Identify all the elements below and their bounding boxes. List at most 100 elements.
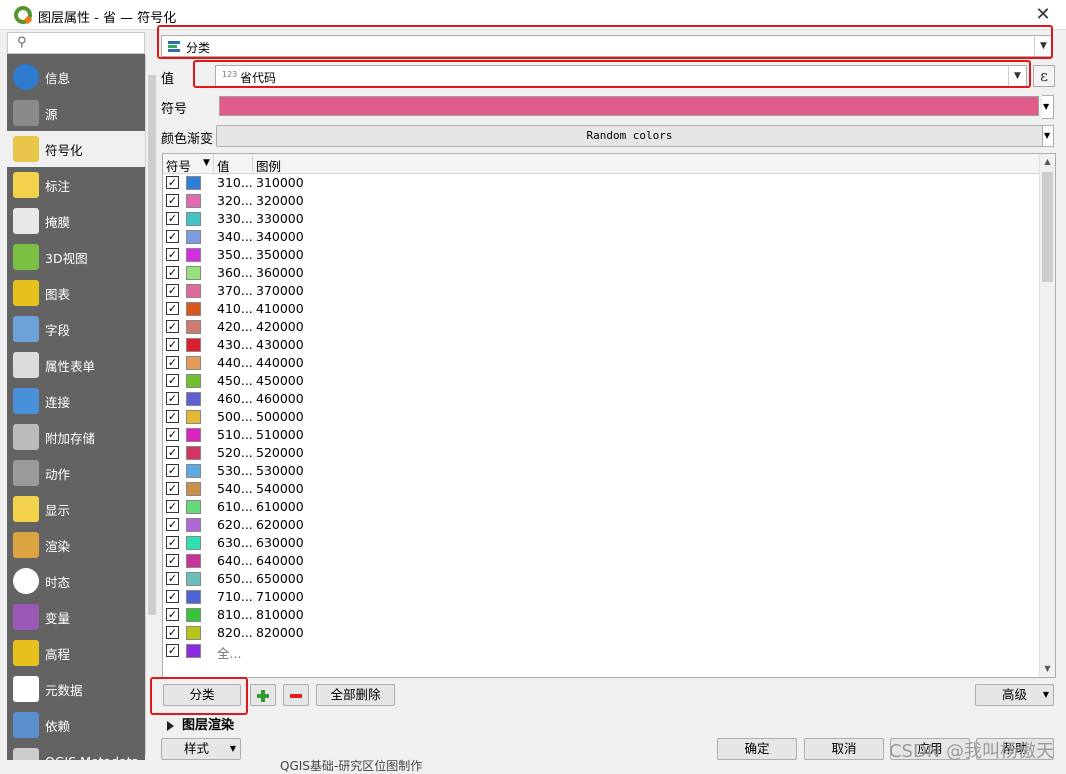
row-checkbox[interactable]: ✓ [166, 482, 179, 495]
symbol-swatch[interactable] [186, 464, 201, 478]
legend-cell[interactable]: 430000 [256, 337, 304, 352]
symbol-swatch[interactable] [186, 284, 201, 298]
value-cell[interactable]: 810... [217, 607, 253, 622]
value-cell[interactable]: 530... [217, 463, 253, 478]
row-checkbox[interactable]: ✓ [166, 374, 179, 387]
row-checkbox[interactable]: ✓ [166, 302, 179, 315]
value-cell[interactable]: 360... [217, 265, 253, 280]
sidebar-item-dependencies[interactable]: 依赖 [7, 707, 145, 743]
value-cell[interactable]: 610... [217, 499, 253, 514]
symbol-swatch[interactable] [186, 266, 201, 280]
table-row[interactable]: ✓ 500... 500000 [163, 408, 1041, 426]
value-cell[interactable]: 500... [217, 409, 253, 424]
row-checkbox[interactable]: ✓ [166, 428, 179, 441]
style-menu-button[interactable]: 样式 ▼ [161, 738, 241, 760]
sidebar-item-auxiliary-storage[interactable]: 附加存储 [7, 419, 145, 455]
value-cell[interactable]: 320... [217, 193, 253, 208]
value-cell[interactable]: 330... [217, 211, 253, 226]
value-cell[interactable]: 630... [217, 535, 253, 550]
table-row[interactable]: ✓ 650... 650000 [163, 570, 1041, 588]
table-row[interactable]: ✓ 710... 710000 [163, 588, 1041, 606]
table-row[interactable]: ✓ 370... 370000 [163, 282, 1041, 300]
symbol-swatch[interactable] [186, 248, 201, 262]
symbol-swatch[interactable] [186, 500, 201, 514]
legend-cell[interactable]: 640000 [256, 553, 304, 568]
sidebar-item-symbology-brush[interactable]: 符号化 [7, 131, 145, 167]
legend-cell[interactable]: 530000 [256, 463, 304, 478]
symbol-swatch[interactable] [186, 212, 201, 226]
row-checkbox[interactable]: ✓ [166, 284, 179, 297]
value-cell[interactable]: 370... [217, 283, 253, 298]
table-row[interactable]: ✓ 820... 820000 [163, 624, 1041, 642]
row-checkbox[interactable]: ✓ [166, 590, 179, 603]
value-cell[interactable]: 710... [217, 589, 253, 604]
legend-cell[interactable]: 510000 [256, 427, 304, 442]
sidebar-item-elevation[interactable]: 高程 [7, 635, 145, 671]
symbol-swatch[interactable] [186, 518, 201, 532]
table-row[interactable]: ✓ 450... 450000 [163, 372, 1041, 390]
table-row[interactable]: ✓ 320... 320000 [163, 192, 1041, 210]
row-checkbox[interactable]: ✓ [166, 536, 179, 549]
sidebar-search-input[interactable]: ⚲ [7, 32, 145, 54]
value-cell[interactable]: 410... [217, 301, 253, 316]
sidebar-item-3d-cube[interactable]: 3D视图 [7, 239, 145, 275]
legend-cell[interactable]: 340000 [256, 229, 304, 244]
value-cell[interactable]: 450... [217, 373, 253, 388]
row-checkbox[interactable]: ✓ [166, 230, 179, 243]
row-checkbox[interactable]: ✓ [166, 194, 179, 207]
table-row[interactable]: ✓ 340... 340000 [163, 228, 1041, 246]
table-row[interactable]: ✓ 510... 510000 [163, 426, 1041, 444]
symbol-swatch[interactable] [186, 608, 201, 622]
table-row[interactable]: ✓ 420... 420000 [163, 318, 1041, 336]
row-checkbox[interactable]: ✓ [166, 176, 179, 189]
value-cell[interactable]: 310... [217, 175, 253, 190]
row-checkbox[interactable]: ✓ [166, 572, 179, 585]
legend-cell[interactable]: 410000 [256, 301, 304, 316]
sidebar-item-diagram[interactable]: 图表 [7, 275, 145, 311]
value-cell[interactable]: 650... [217, 571, 253, 586]
row-checkbox[interactable]: ✓ [166, 212, 179, 225]
table-row[interactable]: ✓ 520... 520000 [163, 444, 1041, 462]
remove-class-button[interactable] [283, 684, 309, 706]
legend-cell[interactable]: 360000 [256, 265, 304, 280]
legend-cell[interactable]: 810000 [256, 607, 304, 622]
legend-cell[interactable]: 370000 [256, 283, 304, 298]
table-row[interactable]: ✓ 440... 440000 [163, 354, 1041, 372]
advanced-button[interactable]: 高级 ▼ [975, 684, 1054, 706]
table-row[interactable]: ✓ 640... 640000 [163, 552, 1041, 570]
symbol-swatch[interactable] [186, 536, 201, 550]
sidebar-item-qgis-metadata[interactable]: QGIS Metadata [7, 743, 145, 760]
symbol-swatch[interactable] [186, 230, 201, 244]
row-checkbox[interactable]: ✓ [166, 518, 179, 531]
value-cell[interactable]: 350... [217, 247, 253, 262]
symbol-swatch[interactable] [186, 374, 201, 388]
sidebar-item-info[interactable]: 信息 [7, 59, 145, 95]
symbol-swatch[interactable] [186, 410, 201, 424]
sidebar-item-actions-gear[interactable]: 动作 [7, 455, 145, 491]
value-cell[interactable]: 430... [217, 337, 253, 352]
cancel-button[interactable]: 取消 [804, 738, 884, 760]
row-checkbox[interactable]: ✓ [166, 464, 179, 477]
expression-epsilon-icon[interactable]: ε [1033, 65, 1055, 87]
header-symbol[interactable]: 符号 [166, 156, 191, 175]
layer-rendering-section[interactable]: 图层渲染 [167, 714, 234, 733]
row-checkbox[interactable]: ✓ [166, 356, 179, 369]
table-row[interactable]: ✓ 460... 460000 [163, 390, 1041, 408]
sidebar-item-attributes-form[interactable]: 属性表单 [7, 347, 145, 383]
row-checkbox[interactable]: ✓ [166, 392, 179, 405]
table-row[interactable]: ✓ 610... 610000 [163, 498, 1041, 516]
legend-cell[interactable]: 540000 [256, 481, 304, 496]
scroll-down-icon[interactable]: ▼ [1040, 661, 1055, 677]
legend-cell[interactable]: 350000 [256, 247, 304, 262]
symbol-swatch[interactable] [186, 644, 201, 658]
legend-cell[interactable]: 500000 [256, 409, 304, 424]
sidebar-item-labels-abc[interactable]: 标注 [7, 167, 145, 203]
row-checkbox[interactable]: ✓ [166, 608, 179, 621]
table-row[interactable]: ✓ 全... [163, 642, 1041, 661]
table-row[interactable]: ✓ 310... 310000 [163, 174, 1041, 192]
symbol-swatch[interactable] [186, 176, 201, 190]
legend-cell[interactable]: 440000 [256, 355, 304, 370]
legend-cell[interactable]: 310000 [256, 175, 304, 190]
table-row[interactable]: ✓ 350... 350000 [163, 246, 1041, 264]
table-row[interactable]: ✓ 620... 620000 [163, 516, 1041, 534]
